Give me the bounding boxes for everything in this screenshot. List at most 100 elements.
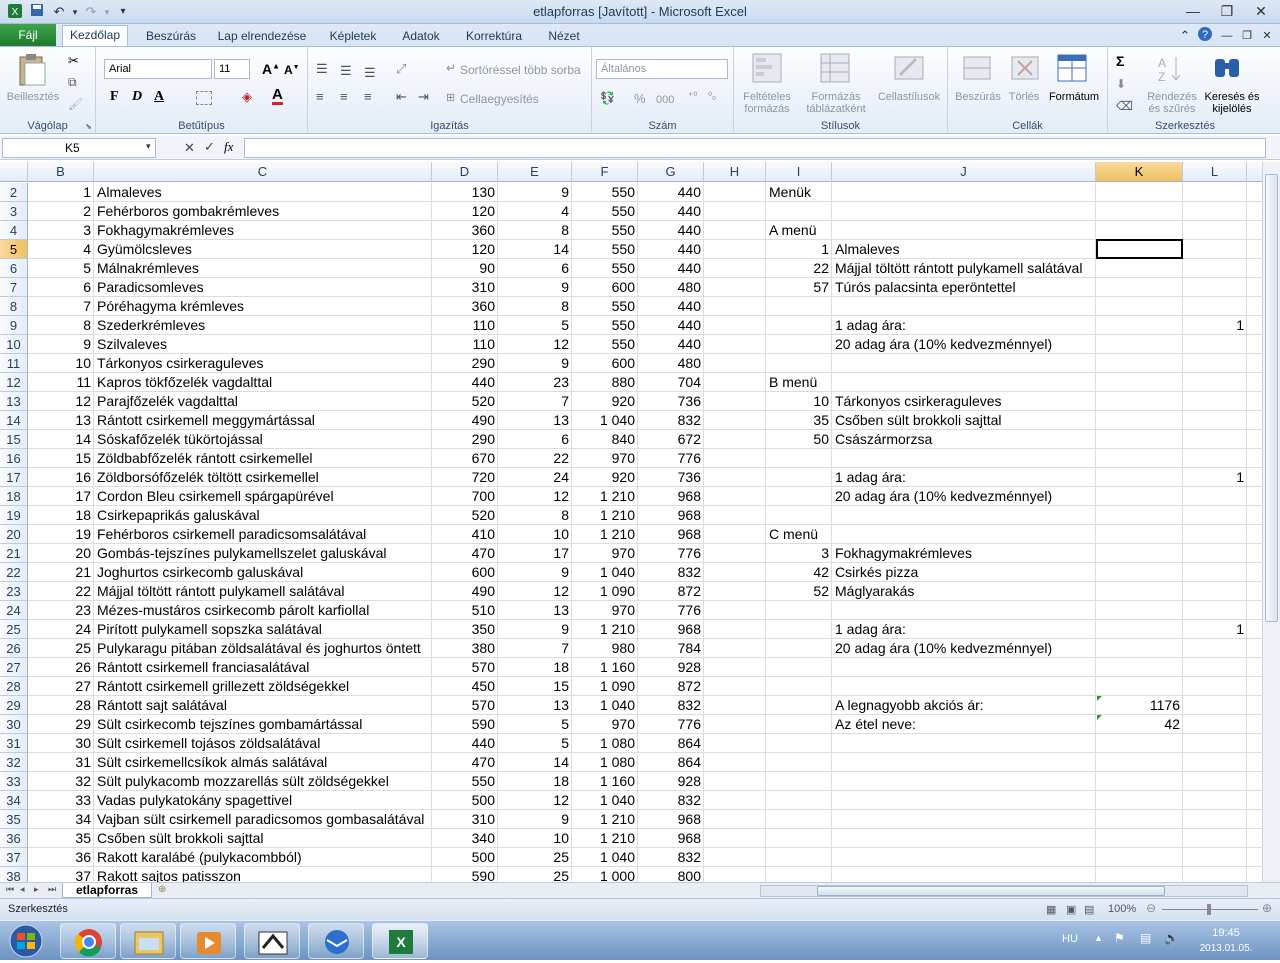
increase-decimal-icon[interactable]: ⁺⁰ xyxy=(688,91,697,102)
cell-e[interactable]: 9 xyxy=(498,563,572,582)
cell-e[interactable]: 12 xyxy=(498,582,572,601)
cell-g[interactable]: 480 xyxy=(638,354,704,373)
row-header[interactable]: 10 xyxy=(0,335,28,354)
cell-c[interactable]: Fehérboros csirkemell paradicsomsalátáva… xyxy=(94,525,431,544)
column-header-c[interactable]: C xyxy=(94,162,432,182)
cell-g[interactable]: 928 xyxy=(638,658,704,677)
cell-g[interactable]: 968 xyxy=(638,506,704,525)
cell-g[interactable]: 832 xyxy=(638,696,704,715)
cell-c[interactable]: Sült csirkemell tojásos zöldsalátával xyxy=(94,734,431,753)
cell-b[interactable]: 16 xyxy=(28,468,94,487)
cell-f[interactable]: 550 xyxy=(572,335,638,354)
cell-i[interactable]: 57 xyxy=(766,278,832,297)
cell-f[interactable]: 1 160 xyxy=(572,772,638,791)
cell-e[interactable]: 10 xyxy=(498,829,572,848)
clock-time[interactable]: 19:45 xyxy=(1196,927,1256,939)
cell-b[interactable]: 18 xyxy=(28,506,94,525)
cell-g[interactable]: 440 xyxy=(638,240,704,259)
cell-d[interactable]: 440 xyxy=(432,373,498,392)
italic-button[interactable]: D xyxy=(132,89,142,105)
vertical-scrollbar[interactable] xyxy=(1262,162,1280,882)
insert-function-button[interactable]: fx xyxy=(224,139,233,155)
cell-g[interactable]: 968 xyxy=(638,829,704,848)
cell-g[interactable]: 776 xyxy=(638,544,704,563)
cell-d[interactable]: 720 xyxy=(432,468,498,487)
cell-e[interactable]: 12 xyxy=(498,791,572,810)
cell-c[interactable]: Cordon Bleu csirkemell spárgapürével xyxy=(94,487,431,506)
cell-c[interactable]: Málnakrémleves xyxy=(94,259,431,278)
find-select-icon[interactable] xyxy=(1212,53,1242,86)
row-header[interactable]: 22 xyxy=(0,563,28,582)
cell-g[interactable]: 672 xyxy=(638,430,704,449)
cell-b[interactable]: 34 xyxy=(28,810,94,829)
shrink-font-icon[interactable]: A▼ xyxy=(284,63,300,77)
delete-cells-icon[interactable] xyxy=(1010,53,1040,86)
column-header-f[interactable]: F xyxy=(572,162,638,182)
cell-e[interactable]: 5 xyxy=(498,316,572,335)
cell-e[interactable]: 8 xyxy=(498,221,572,240)
cell-j[interactable]: 20 adag ára (10% kedvezménnyel) xyxy=(832,639,1095,658)
orientation-icon[interactable]: ⤢ xyxy=(396,61,406,77)
cell-g[interactable]: 872 xyxy=(638,582,704,601)
formula-input[interactable] xyxy=(244,138,1266,158)
row-header[interactable]: 26 xyxy=(0,639,28,658)
cell-e[interactable]: 7 xyxy=(498,392,572,411)
increase-indent-icon[interactable]: ⇥ xyxy=(418,89,429,105)
cell-f[interactable]: 550 xyxy=(572,297,638,316)
tab-file[interactable]: Fájl xyxy=(0,24,56,46)
cell-g[interactable]: 440 xyxy=(638,183,704,202)
cell-c[interactable]: Joghurtos csirkecomb galuskával xyxy=(94,563,431,582)
number-format-box[interactable]: Általános xyxy=(596,59,728,79)
cell-g[interactable]: 776 xyxy=(638,601,704,620)
error-indicator-icon[interactable] xyxy=(1097,715,1102,720)
cell-d[interactable]: 570 xyxy=(432,696,498,715)
currency-icon[interactable]: 💱 xyxy=(600,91,615,105)
cell-j[interactable]: Májjal töltött rántott pulykamell salátá… xyxy=(832,259,1095,278)
cell-i[interactable]: A menü xyxy=(766,221,946,240)
cell-c[interactable]: Gombás-tejszínes pulykamellszelet galusk… xyxy=(94,544,431,563)
cell-j[interactable]: 1 adag ára: xyxy=(832,468,1095,487)
cell-i[interactable]: 50 xyxy=(766,430,832,449)
cell-styles-button[interactable]: Cellastílusok xyxy=(874,91,944,103)
cell-b[interactable]: 11 xyxy=(28,373,94,392)
row-header[interactable]: 17 xyxy=(0,468,28,487)
font-size-box[interactable]: 11 xyxy=(214,59,250,79)
excel-taskbar-icon[interactable]: X xyxy=(372,923,428,959)
close-icon[interactable]: ✕ xyxy=(1246,0,1276,22)
column-header-j[interactable]: J xyxy=(832,162,1096,182)
cell-f[interactable]: 1 160 xyxy=(572,658,638,677)
cell-j[interactable]: 1 adag ára: xyxy=(832,620,1095,639)
file-explorer-icon[interactable] xyxy=(120,923,176,959)
row-header[interactable]: 15 xyxy=(0,430,28,449)
cell-i[interactable]: C menü xyxy=(766,525,946,544)
cell-l[interactable]: 1 xyxy=(1183,620,1247,639)
cell-g[interactable]: 968 xyxy=(638,487,704,506)
cell-e[interactable]: 13 xyxy=(498,601,572,620)
cell-c[interactable]: Sült csirkecomb tejszínes gombamártással xyxy=(94,715,431,734)
cell-c[interactable]: Póréhagyma krémleves xyxy=(94,297,431,316)
cell-d[interactable]: 590 xyxy=(432,715,498,734)
cell-b[interactable]: 4 xyxy=(28,240,94,259)
row-header[interactable]: 18 xyxy=(0,487,28,506)
cell-b[interactable]: 15 xyxy=(28,449,94,468)
row-header[interactable]: 3 xyxy=(0,202,28,221)
cell-g[interactable]: 800 xyxy=(638,867,704,882)
cell-j[interactable]: Máglyarakás xyxy=(832,582,1095,601)
cell-b[interactable]: 31 xyxy=(28,753,94,772)
cell-b[interactable]: 26 xyxy=(28,658,94,677)
cell-f[interactable]: 600 xyxy=(572,354,638,373)
align-right-icon[interactable]: ≡ xyxy=(364,89,372,104)
cell-c[interactable]: Szilvaleves xyxy=(94,335,431,354)
cell-b[interactable]: 6 xyxy=(28,278,94,297)
network-icon[interactable]: ▤ xyxy=(1140,931,1151,945)
format-painter-icon[interactable]: 🖌 xyxy=(68,97,83,111)
cell-g[interactable]: 480 xyxy=(638,278,704,297)
row-header[interactable]: 29 xyxy=(0,696,28,715)
cell-e[interactable]: 7 xyxy=(498,639,572,658)
insert-cells-icon[interactable] xyxy=(962,53,992,86)
cell-b[interactable]: 24 xyxy=(28,620,94,639)
cell-d[interactable]: 340 xyxy=(432,829,498,848)
cell-b[interactable]: 19 xyxy=(28,525,94,544)
cell-d[interactable]: 550 xyxy=(432,772,498,791)
cell-i[interactable]: B menü xyxy=(766,373,946,392)
